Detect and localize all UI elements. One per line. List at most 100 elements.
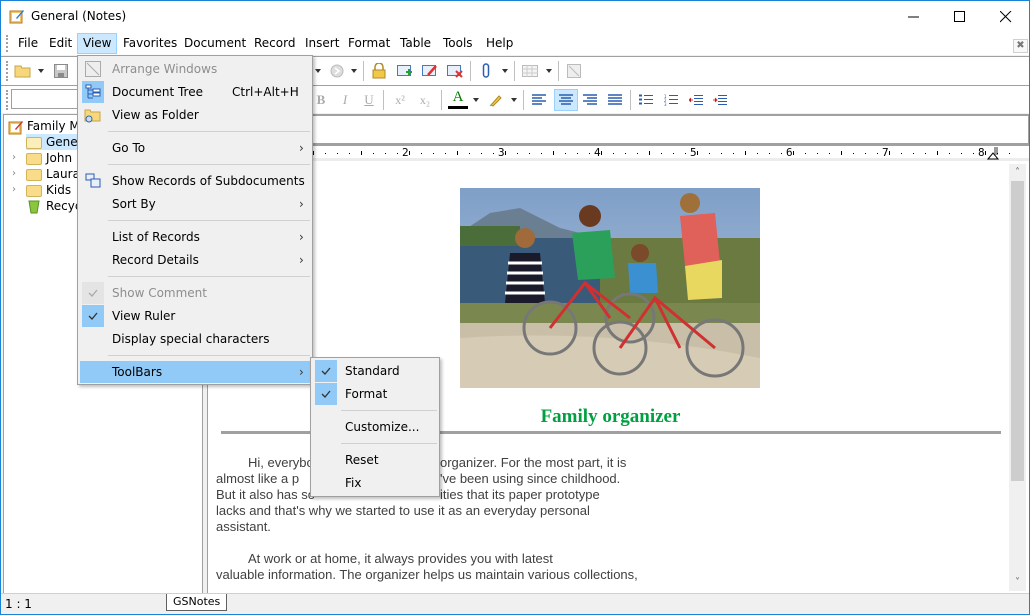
table-dropdown[interactable] xyxy=(545,61,553,81)
menu-format[interactable]: Format xyxy=(343,33,395,54)
table-button[interactable] xyxy=(520,61,540,81)
save-button[interactable] xyxy=(51,61,71,81)
align-center-button[interactable] xyxy=(554,89,578,111)
close-button[interactable] xyxy=(983,1,1029,32)
menu-item-go-to[interactable]: Go To › xyxy=(80,137,310,159)
tree-item-john[interactable]: John I xyxy=(26,150,79,166)
menu-item-record-details[interactable]: Record Details › xyxy=(80,249,310,271)
minimize-button[interactable] xyxy=(891,1,937,32)
justify-button[interactable] xyxy=(605,90,625,110)
underline-button[interactable]: U xyxy=(359,90,379,110)
expand-icon[interactable]: › xyxy=(12,184,16,195)
app-window: General (Notes) File Edit View Favorites… xyxy=(0,0,1030,615)
font-color-dropdown[interactable] xyxy=(472,90,480,110)
menu-item-toolbars[interactable]: ToolBars › xyxy=(80,361,310,383)
menu-item-show-comment[interactable]: Show Comment xyxy=(80,282,310,304)
forward-button[interactable] xyxy=(327,61,347,81)
ruler-dot xyxy=(961,153,962,154)
attachment-button[interactable] xyxy=(476,61,496,81)
ruler-dot xyxy=(973,153,974,154)
scroll-down-icon[interactable]: ˅ xyxy=(1009,574,1026,591)
open-dropdown[interactable] xyxy=(37,61,45,81)
delete-record-button[interactable] xyxy=(445,61,465,81)
menu-insert[interactable]: Insert xyxy=(300,33,344,54)
menu-item-label: Standard xyxy=(345,364,400,378)
menu-item-list-of-records[interactable]: List of Records › xyxy=(80,226,310,248)
menu-item-label: Reset xyxy=(345,453,379,467)
ruler-dot xyxy=(577,153,578,154)
menu-separator xyxy=(341,410,437,411)
menu-file[interactable]: File xyxy=(13,33,43,54)
tab-gsnotes[interactable]: GSNotes xyxy=(166,594,228,611)
submenu-item-reset[interactable]: Reset xyxy=(313,449,437,471)
attachment-dropdown[interactable] xyxy=(501,61,509,81)
tree-item-laura[interactable]: Laura xyxy=(26,166,80,182)
standard-toolbar-grip[interactable] xyxy=(6,61,9,81)
submenu-item-format[interactable]: Format xyxy=(313,383,437,405)
highlight-dropdown[interactable] xyxy=(510,90,518,110)
toolbar-separator xyxy=(630,90,631,110)
new-record-button[interactable] xyxy=(395,61,415,81)
menu-table[interactable]: Table xyxy=(395,33,436,54)
align-left-button[interactable] xyxy=(529,90,549,110)
menu-item-document-tree[interactable]: Document Tree Ctrl+Alt+H xyxy=(80,81,310,103)
edit-record-button[interactable] xyxy=(420,61,440,81)
tree-item-root[interactable]: Family Ma xyxy=(8,118,87,134)
ruler-dot xyxy=(721,153,722,154)
menu-item-sort-by[interactable]: Sort By › xyxy=(80,193,310,215)
menu-item-label: Arrange Windows xyxy=(112,62,218,76)
back-dropdown[interactable] xyxy=(314,61,322,81)
increase-indent-button[interactable] xyxy=(710,90,730,110)
menu-tools[interactable]: Tools xyxy=(438,33,478,54)
decrease-indent-button[interactable] xyxy=(686,90,706,110)
menu-help[interactable]: Help xyxy=(481,33,518,54)
bullets-button[interactable] xyxy=(636,90,656,110)
menu-item-show-records-subdocuments[interactable]: Show Records of Subdocuments xyxy=(80,170,310,192)
align-right-button[interactable] xyxy=(580,90,600,110)
menu-favorites[interactable]: Favorites xyxy=(118,33,182,54)
arrange-icon xyxy=(567,64,581,78)
ruler[interactable]: 2 3 4 5 6 7 8 xyxy=(207,144,1029,161)
italic-button[interactable]: I xyxy=(335,90,355,110)
open-button[interactable] xyxy=(13,61,33,81)
font-color-button[interactable]: A xyxy=(448,89,468,109)
mdi-close-button[interactable]: ✖ xyxy=(1013,39,1028,53)
folder-icon xyxy=(26,168,42,181)
expand-icon[interactable]: › xyxy=(12,168,16,179)
scroll-up-icon[interactable]: ˄ xyxy=(1009,164,1026,181)
ruler-dot xyxy=(385,153,386,154)
subscript-button[interactable]: x₂ xyxy=(415,90,435,110)
menu-item-view-as-folder[interactable]: View as Folder xyxy=(80,104,310,126)
menu-record[interactable]: Record xyxy=(249,33,300,54)
submenu-item-customize[interactable]: Customize... xyxy=(313,416,437,438)
format-toolbar-grip[interactable] xyxy=(6,90,9,110)
ruler-dot xyxy=(709,153,710,154)
superscript-button[interactable]: x² xyxy=(390,90,410,110)
menu-view[interactable]: View xyxy=(77,33,118,54)
menu-item-view-ruler[interactable]: View Ruler xyxy=(80,305,310,327)
vertical-scrollbar[interactable]: ˄ ˅ xyxy=(1009,164,1026,591)
font-name-input[interactable] xyxy=(11,89,81,109)
bold-button[interactable]: B xyxy=(311,90,331,110)
ruler-dot xyxy=(565,153,566,154)
submenu-item-fix[interactable]: Fix xyxy=(313,472,437,494)
forward-dropdown[interactable] xyxy=(350,61,358,81)
menubar-grip[interactable] xyxy=(6,35,9,52)
scrollbar-thumb[interactable] xyxy=(1011,181,1024,481)
chevron-right-icon: › xyxy=(299,365,304,379)
menu-edit[interactable]: Edit xyxy=(44,33,77,54)
expand-icon[interactable]: › xyxy=(12,152,16,163)
highlight-button[interactable] xyxy=(486,90,506,110)
menu-document[interactable]: Document xyxy=(179,33,251,54)
text-line: lacks and that's why we started to use i… xyxy=(216,503,590,518)
tree-item-kids[interactable]: Kids xyxy=(26,182,71,198)
menu-item-display-special-characters[interactable]: Display special characters xyxy=(80,328,310,350)
tree-item-recycle-bin[interactable]: Recyc xyxy=(26,198,81,214)
submenu-item-standard[interactable]: Standard xyxy=(313,360,437,382)
arrange-button[interactable] xyxy=(564,61,584,81)
maximize-button[interactable] xyxy=(937,1,983,32)
numbering-button[interactable]: 123 xyxy=(661,90,681,110)
menu-item-arrange-windows[interactable]: Arrange Windows xyxy=(80,58,310,80)
lock-button[interactable] xyxy=(369,61,389,81)
right-indent-marker[interactable] xyxy=(987,147,1001,160)
